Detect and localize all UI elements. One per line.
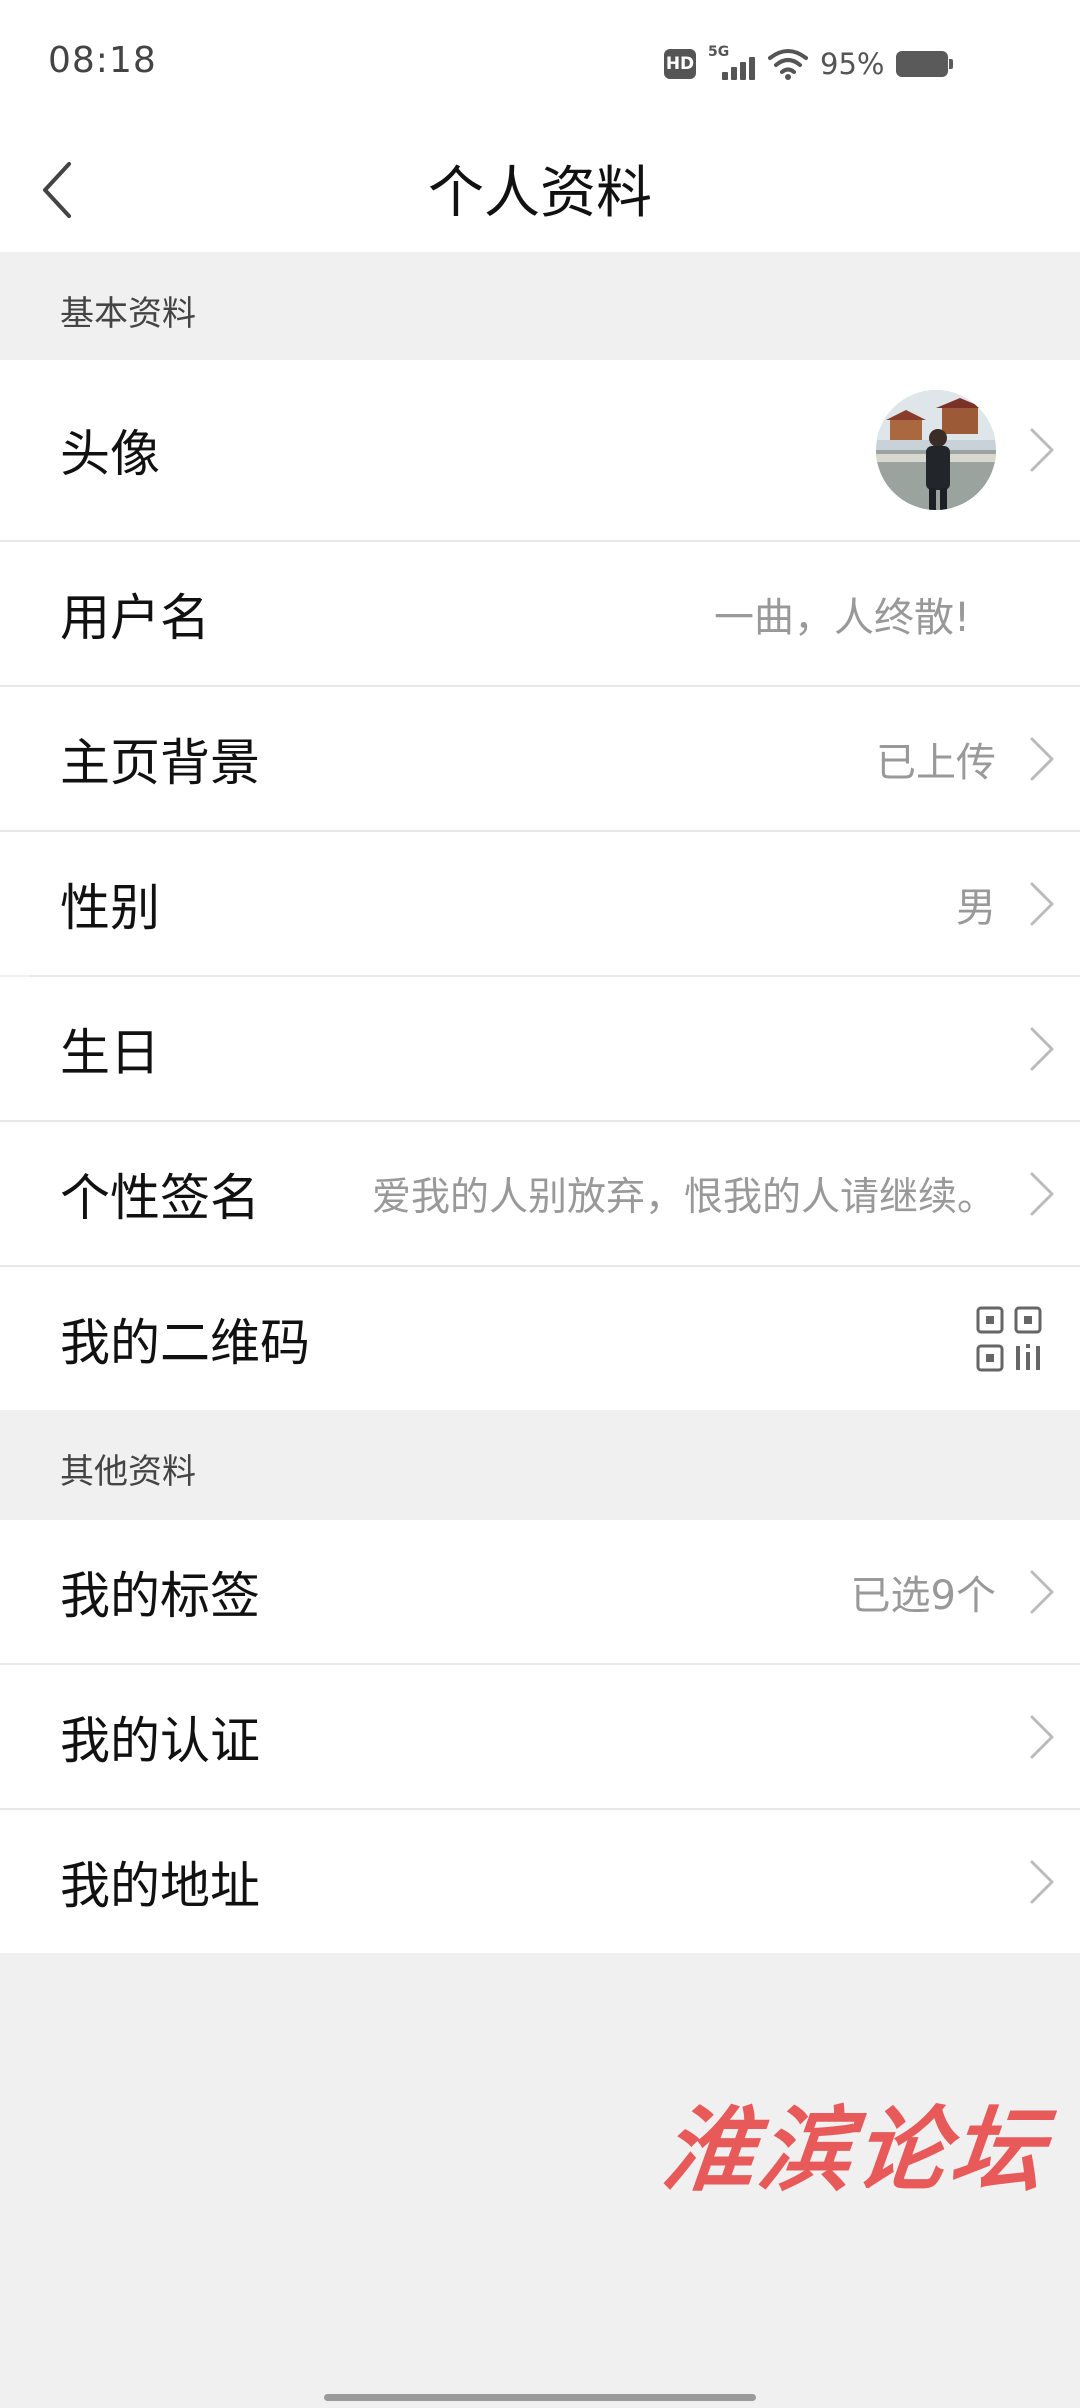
avatar-row[interactable]: 头像: [0, 360, 1080, 540]
background-label: 主页背景: [60, 733, 260, 792]
username-value: 一曲，人终散!: [713, 594, 970, 641]
chevron-right-icon: [1030, 1860, 1054, 1903]
chevron-right-icon: [1030, 1715, 1054, 1758]
birthday-row[interactable]: 生日: [0, 977, 1080, 1120]
avatar-label: 头像: [60, 425, 160, 483]
nav-header: 个人资料: [0, 126, 1080, 252]
tags-label: 我的标签: [60, 1566, 260, 1625]
battery-icon: [896, 51, 954, 77]
background-value: 已上传: [876, 739, 996, 786]
battery-percent: 95%: [820, 47, 885, 81]
gender-value: 男: [956, 884, 996, 931]
tags-value: 已选9个: [850, 1572, 996, 1619]
qrcode-label: 我的二维码: [60, 1313, 310, 1372]
certification-row[interactable]: 我的认证: [0, 1665, 1080, 1808]
tags-row[interactable]: 我的标签 已选9个: [0, 1520, 1080, 1663]
chevron-right-icon: [1030, 737, 1054, 780]
birthday-label: 生日: [60, 1023, 160, 1082]
avatar: [876, 390, 996, 510]
status-bar: 08:18 HD 5G 95%: [0, 0, 1080, 126]
gender-row[interactable]: 性别 男: [0, 832, 1080, 975]
signature-label: 个性签名: [60, 1168, 260, 1227]
username-row[interactable]: 用户名 一曲，人终散!: [0, 542, 1080, 685]
signature-value: 爱我的人别放弃，恨我的人请继续。: [371, 1174, 996, 1220]
watermark: 淮滨论坛: [657, 2096, 1053, 2204]
wifi-icon: [768, 49, 808, 80]
certification-label: 我的认证: [60, 1711, 260, 1770]
status-time: 08:18: [48, 40, 157, 81]
status-icons: HD 5G 95%: [664, 44, 954, 84]
section-header-basic: 基本资料: [0, 252, 1080, 360]
address-row[interactable]: 我的地址: [0, 1810, 1080, 1953]
section-header-other: 其他资料: [0, 1410, 1080, 1520]
background-row[interactable]: 主页背景 已上传: [0, 687, 1080, 830]
home-indicator[interactable]: [324, 2394, 756, 2401]
chevron-right-icon: [1030, 882, 1054, 925]
cellular-signal-icon: 5G: [708, 44, 756, 82]
qr-code-icon: [976, 1306, 1042, 1371]
chevron-right-icon: [1030, 1027, 1054, 1070]
chevron-right-icon: [1030, 428, 1054, 472]
page-title: 个人资料: [428, 161, 652, 226]
username-label: 用户名: [60, 588, 210, 647]
gender-label: 性别: [60, 878, 160, 937]
chevron-right-icon: [1030, 1172, 1054, 1215]
address-label: 我的地址: [60, 1856, 260, 1915]
chevron-right-icon: [1030, 1570, 1054, 1613]
signature-row[interactable]: 个性签名 爱我的人别放弃，恨我的人请继续。: [0, 1122, 1080, 1265]
qrcode-row[interactable]: 我的二维码: [0, 1267, 1080, 1410]
hd-icon: HD: [664, 49, 696, 79]
